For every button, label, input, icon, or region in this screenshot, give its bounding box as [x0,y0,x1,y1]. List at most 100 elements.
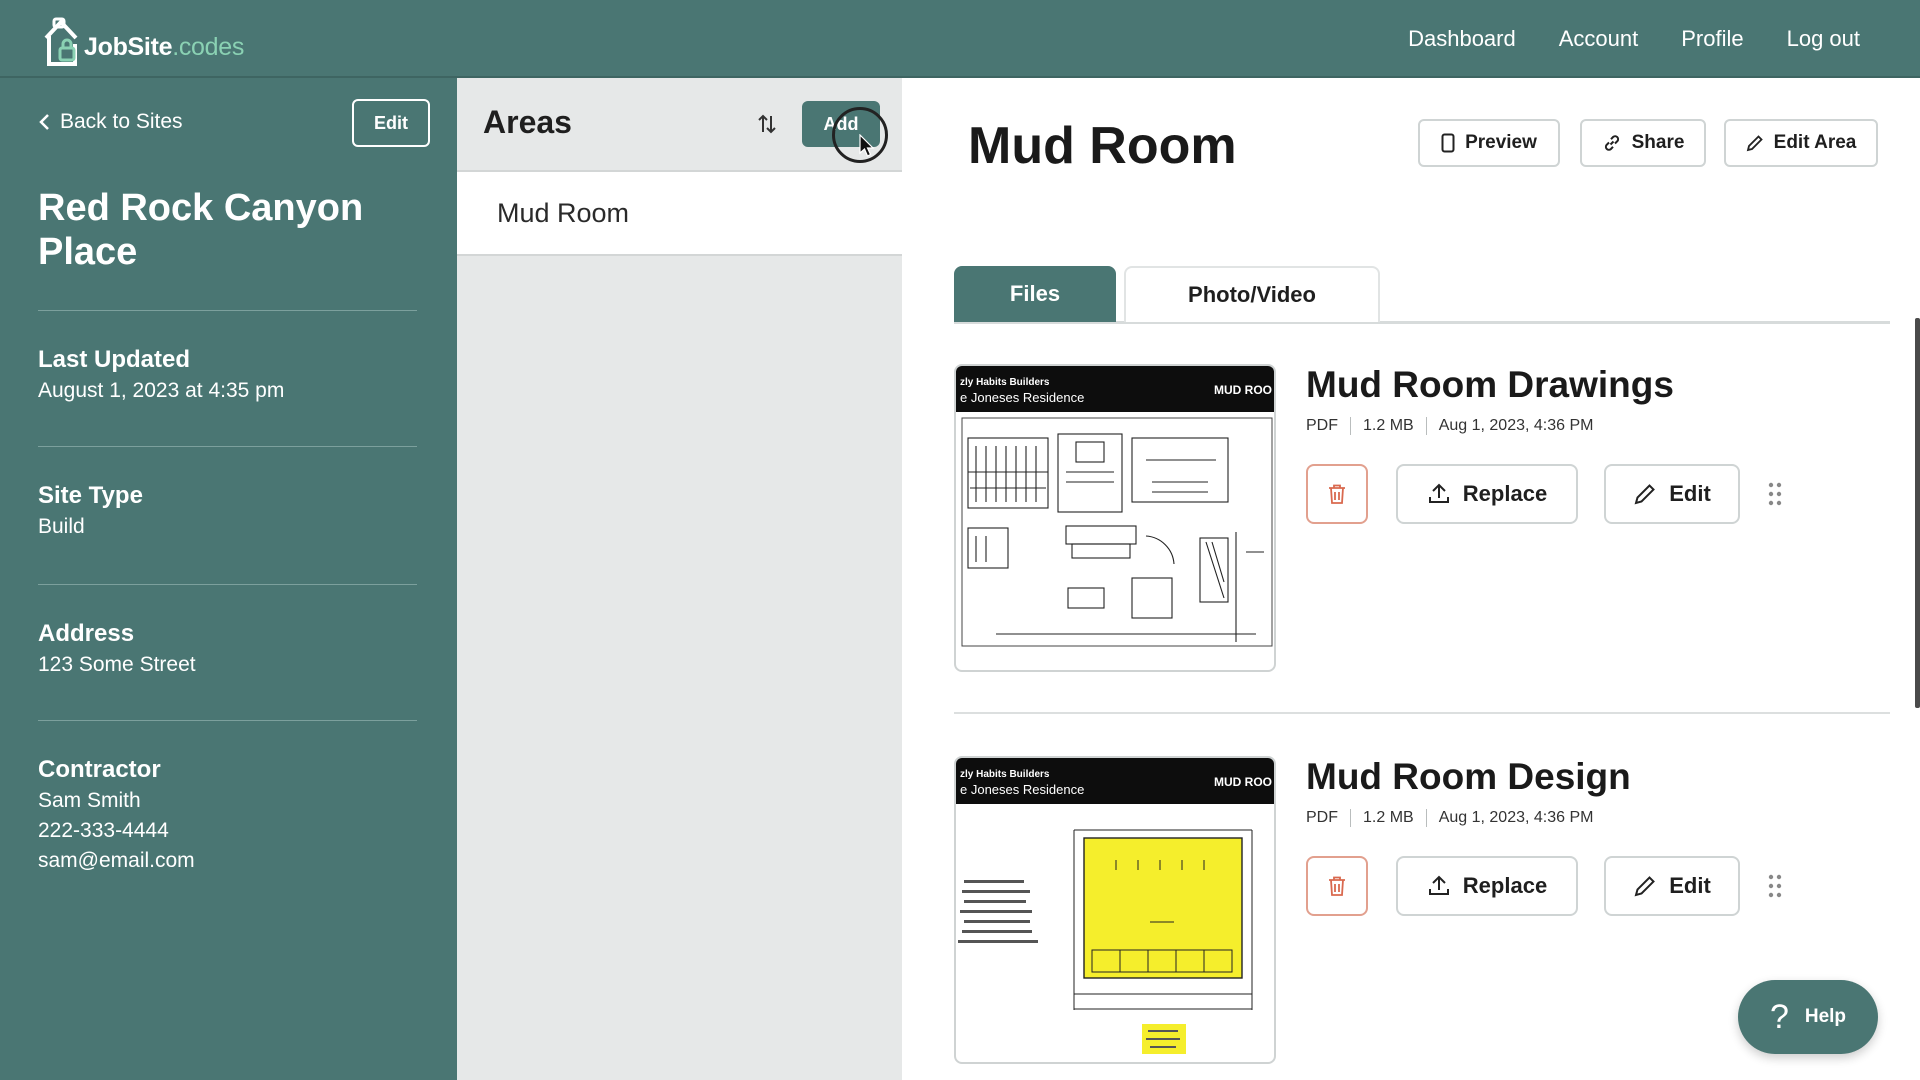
area-detail: Mud Room Preview Share Edit Area Files P… [902,78,1920,1080]
trash-icon [1329,484,1345,504]
divider [954,712,1890,714]
drag-handle-icon[interactable] [1768,482,1782,506]
edit-label: Edit [1669,873,1711,898]
tab-files[interactable]: Files [954,266,1116,322]
file-title: Mud Room Design [1306,756,1631,797]
top-nav: Dashboard Account Profile Log out [1408,0,1860,78]
nav-account[interactable]: Account [1559,26,1639,52]
contractor-block: Contractor Sam Smith 222-333-4444 sam@em… [38,754,195,876]
address-block: Address 123 Some Street [38,618,196,680]
last-updated-value: August 1, 2023 at 4:35 pm [38,379,285,402]
brand-name: JobSite.codes [84,33,245,61]
site-title: Red Rock Canyon Place [38,187,364,273]
meta-separator [1350,417,1351,435]
site-sidebar: Back to Sites Edit Red Rock Canyon Place… [0,78,457,1080]
upload-icon [1428,875,1449,895]
file-thumbnail[interactable]: zly Habits Builders e Joneses Residence … [954,756,1276,1064]
replace-label: Replace [1462,873,1548,898]
area-item-label: Mud Room [497,198,630,228]
tab-photo-video[interactable]: Photo/Video [1124,266,1380,322]
design-preview [958,829,1253,1054]
last-updated-block: Last Updated August 1, 2023 at 4:35 pm [38,344,284,406]
edit-area-button[interactable]: Edit Area [1724,119,1878,167]
last-updated-label: Last Updated [38,346,191,373]
contractor-email: sam@email.com [38,849,195,872]
divider [38,446,417,447]
file-meta: PDF 1.2 MB Aug 1, 2023, 4:36 PM [1306,417,1593,435]
drag-handle-icon[interactable] [1768,874,1782,898]
address-value: 123 Some Street [38,653,196,676]
thumb-project: e Joneses Residence [960,390,1085,405]
areas-title: Areas [483,104,572,140]
edit-label: Edit [1669,481,1711,506]
nav-profile[interactable]: Profile [1681,26,1743,52]
divider [38,720,417,721]
thumb-tag: MUD ROO [1214,775,1272,789]
replace-file-button[interactable]: Replace [1396,464,1578,524]
back-label: Back to Sites [60,110,183,133]
file-size: 1.2 MB [1363,417,1414,434]
trash-icon [1329,876,1345,896]
pencil-icon [1634,876,1656,897]
contractor-phone: 222-333-4444 [38,819,169,842]
replace-file-button[interactable]: Replace [1396,856,1578,916]
meta-separator [1425,417,1427,435]
mouse-cursor-icon [859,134,875,157]
site-type-label: Site Type [38,482,143,509]
edit-file-button[interactable]: Edit [1604,464,1740,524]
upload-icon [1428,483,1449,503]
nav-logout[interactable]: Log out [1787,26,1860,52]
edit-area-label: Edit Area [1773,132,1857,153]
content-tabs: Files Photo/Video [954,266,1890,324]
area-item-mud-room[interactable]: Mud Room [457,172,902,256]
scrollbar[interactable] [1915,318,1920,708]
contractor-name: Sam Smith [38,789,141,812]
file-date: Aug 1, 2023, 4:36 PM [1438,417,1594,434]
phone-icon [1441,133,1455,153]
areas-panel: Areas Add Mud Room [457,78,902,1080]
link-icon [1604,135,1619,151]
help-button[interactable]: ? Help [1738,980,1878,1054]
top-bar: JobSite.codes Dashboard Account Profile … [0,0,1920,78]
delete-file-button[interactable] [1306,856,1368,916]
address-label: Address [38,620,135,647]
help-label: Help [1804,1006,1847,1027]
drawing-preview [961,417,1273,647]
share-button[interactable]: Share [1580,119,1706,167]
preview-button[interactable]: Preview [1418,119,1560,167]
edit-site-button[interactable]: Edit [352,99,430,147]
areas-header: Areas Add [457,78,902,172]
question-icon: ? [1769,997,1789,1036]
share-label: Share [1631,132,1685,153]
file-title: Mud Room Drawings [1306,364,1674,405]
site-type-block: Site Type Build [38,480,143,542]
area-title: Mud Room [968,117,1237,175]
back-to-sites-link[interactable]: Back to Sites [38,110,183,134]
nav-dashboard[interactable]: Dashboard [1408,26,1516,52]
divider [38,310,417,311]
replace-label: Replace [1462,481,1548,506]
pencil-icon [1746,135,1763,152]
thumb-company: zly Habits Builders [960,769,1050,780]
file-size: 1.2 MB [1363,809,1414,826]
meta-separator [1425,809,1427,827]
file-date: Aug 1, 2023, 4:36 PM [1438,809,1594,826]
sort-icon[interactable] [757,112,777,136]
file-type: PDF [1306,417,1338,434]
thumb-company: zly Habits Builders [960,377,1050,388]
file-thumbnail[interactable]: zly Habits Builders e Joneses Residence … [954,364,1276,672]
thumbnail-header: zly Habits Builders e Joneses Residence … [956,366,1274,412]
house-lock-icon [44,17,78,66]
contractor-label: Contractor [38,756,161,783]
edit-file-button[interactable]: Edit [1604,856,1740,916]
meta-separator [1350,809,1351,827]
thumb-tag: MUD ROO [1214,383,1272,397]
chevron-left-icon [39,114,49,130]
thumbnail-header: zly Habits Builders e Joneses Residence … [956,758,1274,804]
site-type-value: Build [38,515,85,538]
brand-logo[interactable]: JobSite.codes [40,10,244,68]
thumb-project: e Joneses Residence [960,782,1085,797]
delete-file-button[interactable] [1306,464,1368,524]
file-type: PDF [1306,809,1338,826]
divider [38,584,417,585]
